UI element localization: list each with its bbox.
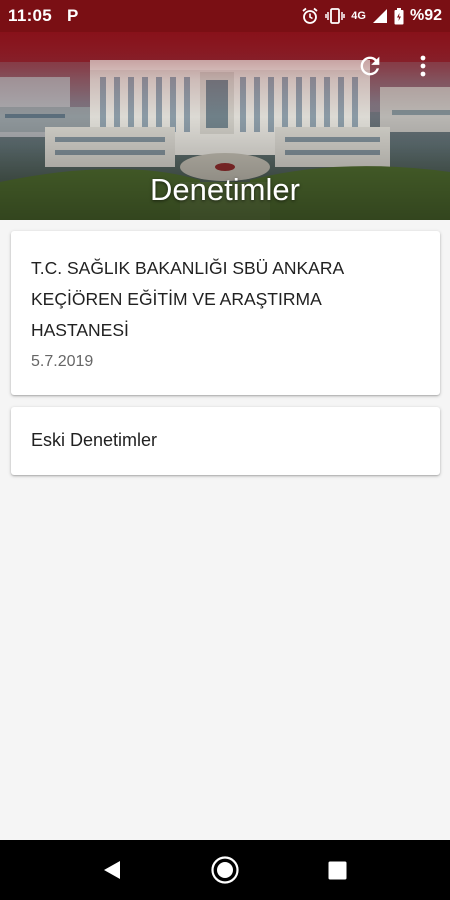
- refresh-button[interactable]: [356, 52, 384, 80]
- more-options-button[interactable]: [412, 52, 434, 80]
- inspection-title: T.C. SAĞLIK BAKANLIĞI SBÜ ANKARA KEÇİÖRE…: [31, 258, 344, 340]
- recents-icon[interactable]: [328, 861, 347, 880]
- inspection-date: 5.7.2019: [31, 353, 94, 370]
- page-title: Denetimler: [150, 172, 300, 207]
- p-notification-icon: P: [67, 6, 79, 25]
- vibrate-icon: [325, 8, 346, 24]
- home-icon[interactable]: [210, 855, 240, 885]
- old-inspections-label: Eski Denetimler: [31, 430, 158, 450]
- refresh-icon: [360, 56, 380, 76]
- old-inspections-button[interactable]: Eski Denetimler: [11, 407, 440, 475]
- alarm-icon: [302, 7, 318, 24]
- status-time: 11:05: [8, 6, 53, 25]
- battery-percent: %92: [409, 7, 442, 24]
- inspection-card[interactable]: T.C. SAĞLIK BAKANLIĞI SBÜ ANKARA KEÇİÖRE…: [11, 231, 440, 395]
- network-type-label: 4G: [351, 10, 366, 22]
- more-vert-icon: [420, 55, 426, 77]
- header-banner: Denetimler: [0, 32, 450, 220]
- status-icons: 4G %92: [301, 5, 442, 27]
- back-icon[interactable]: [101, 859, 123, 881]
- signal-icon: [372, 9, 387, 23]
- system-nav-bar: [0, 840, 450, 900]
- battery-icon: [394, 7, 404, 24]
- status-bar: 11:05 P 4G %92: [0, 0, 450, 32]
- app-screen: 11:05 P 4G %92 Denetimler T.C. SAĞLIK BA…: [0, 0, 450, 900]
